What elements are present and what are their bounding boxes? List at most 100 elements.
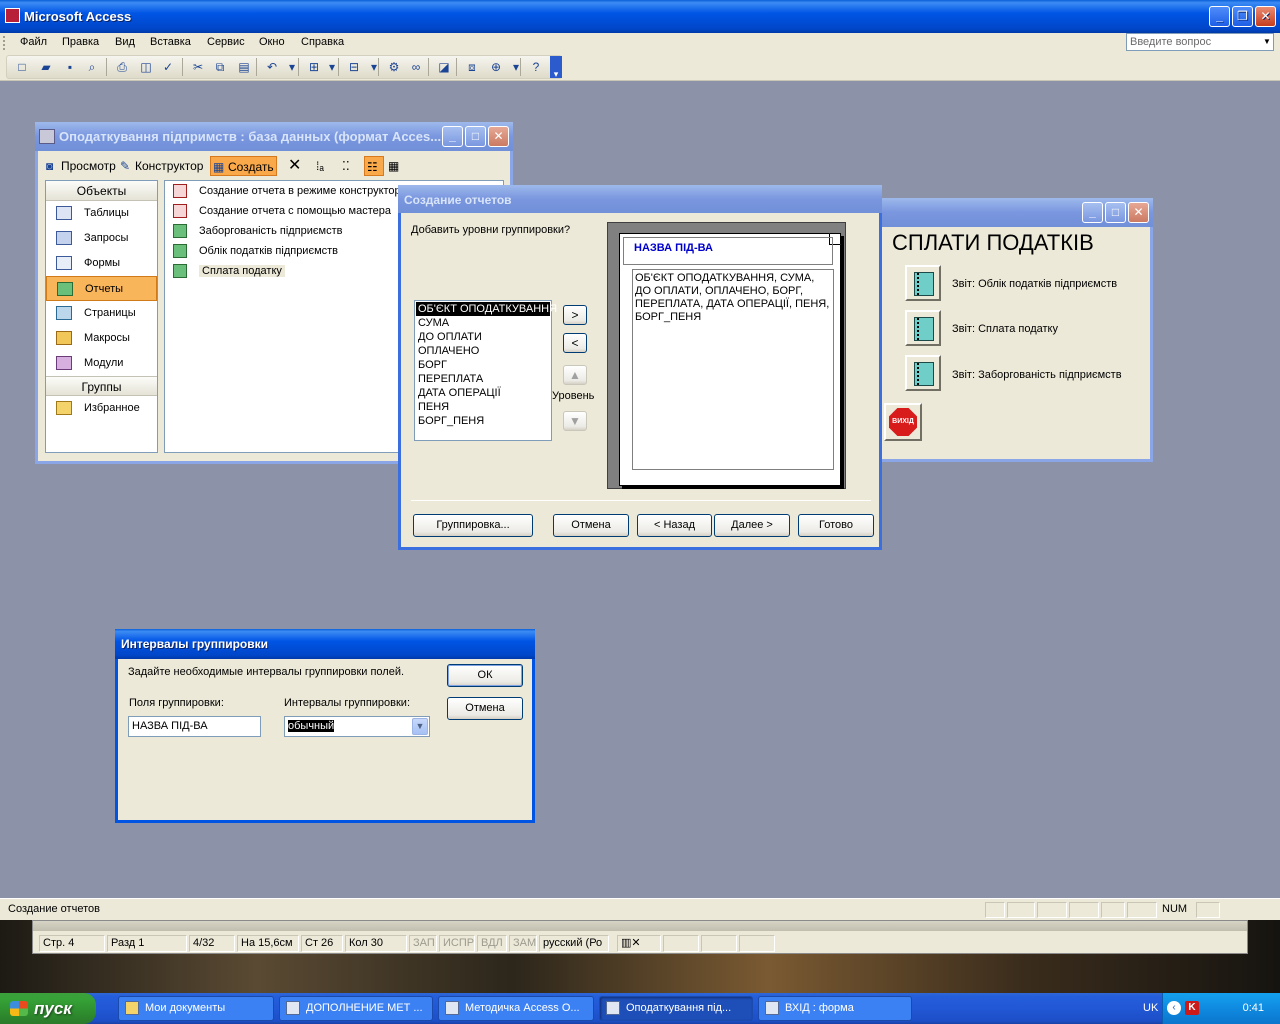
ok-button[interactable]: ОК: [447, 664, 523, 687]
script-icon[interactable]: ∞: [408, 59, 424, 75]
properties-icon[interactable]: ◪: [436, 59, 452, 75]
grouping-options-button[interactable]: Группировка...: [413, 514, 533, 537]
priority-up-button[interactable]: ▲: [563, 365, 587, 385]
object-queries[interactable]: Запросы: [46, 226, 157, 251]
antivirus-icon[interactable]: K: [1185, 1001, 1199, 1015]
large-icons-icon[interactable]: ⁞ₐ: [316, 156, 324, 176]
toolbar-options-icon[interactable]: ▾: [550, 56, 562, 79]
add-level-button[interactable]: >: [563, 305, 587, 325]
groups-header[interactable]: Группы: [46, 376, 157, 396]
analyze-dropdown-icon[interactable]: ▾: [366, 59, 382, 75]
spelling-icon[interactable]: ✓: [160, 59, 176, 75]
save-icon[interactable]: ▪: [62, 59, 78, 75]
cancel-button[interactable]: Отмена: [447, 697, 523, 720]
ask-question-box[interactable]: Введите вопрос ▼: [1126, 33, 1274, 51]
task-form[interactable]: ВХІД : форма: [758, 996, 912, 1021]
spelling-status-icon[interactable]: ▥✕: [617, 935, 661, 952]
report-taxes-button[interactable]: [905, 265, 941, 301]
menu-window[interactable]: Окно: [259, 36, 285, 48]
list-view-icon[interactable]: ☷: [364, 156, 384, 176]
form-close-button[interactable]: ✕: [1128, 202, 1149, 223]
list-item[interactable]: ОПЛАЧЕНО: [416, 344, 550, 358]
menu-help[interactable]: Справка: [301, 36, 344, 48]
list-item[interactable]: ПЕРЕПЛАТА: [416, 372, 550, 386]
office-links-icon[interactable]: ⊞: [306, 59, 322, 75]
cancel-button[interactable]: Отмена: [553, 514, 629, 537]
list-item[interactable]: СУМА: [416, 316, 550, 330]
task-word-doc-2[interactable]: Методичка Access O...: [438, 996, 594, 1021]
list-item[interactable]: ДАТА ОПЕРАЦІЇ: [416, 386, 550, 400]
database-window-title-bar[interactable]: Оподаткування підпримств : база данных (…: [35, 122, 513, 151]
undo-icon[interactable]: ↶: [264, 59, 280, 75]
design-tool-button[interactable]: ✎ Конструктор: [120, 156, 203, 176]
language-indicator[interactable]: UK: [1143, 1002, 1158, 1014]
finish-button[interactable]: Готово: [798, 514, 874, 537]
grouping-interval-select[interactable]: обычный ▼: [284, 716, 430, 737]
intervals-title-bar[interactable]: Интервалы группировки: [115, 629, 535, 659]
db-maximize-button[interactable]: □: [465, 126, 486, 147]
list-item[interactable]: БОРГ: [416, 358, 550, 372]
paste-icon[interactable]: ▤: [236, 59, 252, 75]
back-button[interactable]: < Назад: [637, 514, 712, 537]
clock[interactable]: 0:41: [1243, 1002, 1264, 1014]
available-fields-list[interactable]: ОБ'ЄКТ ОПОДАТКУВАННЯ СУМА ДО ОПЛАТИ ОПЛА…: [414, 300, 557, 441]
copy-icon[interactable]: ⧉: [212, 59, 228, 75]
list-item[interactable]: ДО ОПЛАТИ: [416, 330, 550, 344]
report-debt-button[interactable]: [905, 355, 941, 391]
print-icon[interactable]: ⎙: [114, 59, 130, 75]
relationships-icon[interactable]: ⧈: [464, 59, 480, 75]
db-close-button[interactable]: ✕: [488, 126, 509, 147]
form-minimize-button[interactable]: _: [1082, 202, 1103, 223]
new-object-icon[interactable]: ⊕: [488, 59, 504, 75]
code-icon[interactable]: ⚙: [386, 59, 402, 75]
list-item[interactable]: ПЕНЯ: [416, 400, 550, 414]
task-my-documents[interactable]: Мои документы: [118, 996, 274, 1021]
preview-tool-button[interactable]: ◙ Просмотр: [46, 156, 116, 176]
next-button[interactable]: Далее >: [714, 514, 790, 537]
chevron-down-icon[interactable]: ▼: [1261, 34, 1273, 50]
report-payment-button[interactable]: [905, 310, 941, 346]
print-preview-icon[interactable]: ◫: [138, 59, 154, 75]
restore-button[interactable]: ❐: [1232, 6, 1253, 27]
analyze-icon[interactable]: ⊟: [346, 59, 362, 75]
task-word-doc-1[interactable]: ДОПОЛНЕНИЕ МЕТ ...: [279, 996, 433, 1021]
menu-view[interactable]: Вид: [115, 36, 135, 48]
start-button[interactable]: пуск: [0, 993, 96, 1024]
chevron-down-icon[interactable]: ▼: [412, 718, 428, 735]
help-icon[interactable]: ?: [528, 59, 544, 75]
form-window-title-bar[interactable]: _ □ ✕: [877, 198, 1153, 227]
object-forms[interactable]: Формы: [46, 251, 157, 276]
new-object-dropdown-icon[interactable]: ▾: [508, 59, 524, 75]
tray-expand-icon[interactable]: ‹: [1167, 1001, 1181, 1015]
delete-icon[interactable]: ✕: [288, 156, 301, 176]
object-macros[interactable]: Макросы: [46, 326, 157, 351]
object-modules[interactable]: Модули: [46, 351, 157, 376]
exit-button[interactable]: ВИХІД: [884, 403, 922, 441]
menu-edit[interactable]: Правка: [62, 36, 99, 48]
details-view-icon[interactable]: ▦: [388, 156, 399, 176]
close-button[interactable]: ✕: [1255, 6, 1276, 27]
create-tool-button[interactable]: ▦ Создать: [210, 156, 277, 176]
search-icon[interactable]: ⌕: [84, 59, 100, 75]
menu-file[interactable]: Файл: [20, 36, 47, 48]
form-maximize-button[interactable]: □: [1105, 202, 1126, 223]
list-item[interactable]: БОРГ_ПЕНЯ: [416, 414, 550, 428]
menu-insert[interactable]: Вставка: [150, 36, 191, 48]
db-minimize-button[interactable]: _: [442, 126, 463, 147]
menu-tools[interactable]: Сервис: [207, 36, 245, 48]
cut-icon[interactable]: ✂: [190, 59, 206, 75]
new-icon[interactable]: □: [14, 59, 30, 75]
wizard-title-bar[interactable]: Создание отчетов: [398, 185, 882, 213]
priority-down-button[interactable]: ▼: [563, 411, 587, 431]
list-item[interactable]: ОБ'ЄКТ ОПОДАТКУВАННЯ: [416, 302, 557, 316]
open-icon[interactable]: ▰: [38, 59, 54, 75]
object-pages[interactable]: Страницы: [46, 301, 157, 326]
remove-level-button[interactable]: <: [563, 333, 587, 353]
minimize-button[interactable]: _: [1209, 6, 1230, 27]
object-reports[interactable]: Отчеты: [46, 276, 157, 301]
objects-header[interactable]: Объекты: [46, 181, 157, 201]
object-tables[interactable]: Таблицы: [46, 201, 157, 226]
group-favorites[interactable]: Избранное: [46, 396, 157, 421]
task-access-db[interactable]: Оподаткування під...: [599, 996, 753, 1021]
small-icons-icon[interactable]: ⁚⁚: [342, 156, 350, 176]
